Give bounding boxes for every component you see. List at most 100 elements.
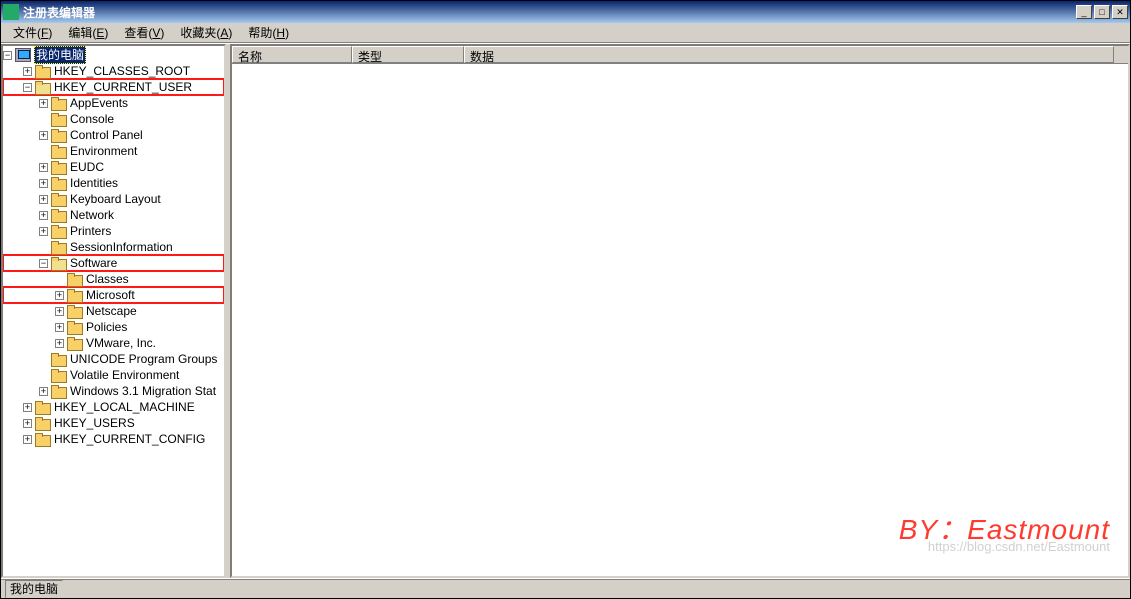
tree-node-label[interactable]: Control Panel <box>68 127 145 143</box>
expand-icon[interactable]: + <box>23 419 32 428</box>
tree-node[interactable]: + Network <box>3 207 224 223</box>
tree-node-label[interactable]: Console <box>68 111 116 127</box>
tree-node[interactable]: − HKEY_CURRENT_USER <box>3 79 224 95</box>
menu-item-a[interactable]: 收藏夹(A) <box>172 22 240 43</box>
tree-node-label[interactable]: Software <box>68 255 119 271</box>
window-title: 注册表编辑器 <box>23 4 95 21</box>
tree-node-label[interactable]: UNICODE Program Groups <box>68 351 219 367</box>
tree-node[interactable]: Classes <box>3 271 224 287</box>
tree-node-label[interactable]: HKEY_LOCAL_MACHINE <box>52 399 197 415</box>
tree-node[interactable]: + Keyboard Layout <box>3 191 224 207</box>
tree-node-label[interactable]: HKEY_CURRENT_CONFIG <box>52 431 207 447</box>
expand-icon[interactable]: + <box>39 195 48 204</box>
expand-icon[interactable]: + <box>55 307 64 316</box>
tree-node-label[interactable]: HKEY_USERS <box>52 415 137 431</box>
tree-node-label[interactable]: SessionInformation <box>68 239 175 255</box>
tree-node-label[interactable]: Windows 3.1 Migration Stat <box>68 383 218 399</box>
expand-icon[interactable]: + <box>39 387 48 396</box>
tree-node[interactable]: + Microsoft <box>3 287 224 303</box>
list-col-1[interactable]: 类型 <box>352 46 464 63</box>
expander-spacer <box>39 147 48 156</box>
folder-icon <box>51 161 65 173</box>
tree-node[interactable]: Console <box>3 111 224 127</box>
credit-watermark: BY：Eastmount <box>899 508 1110 548</box>
list-pane: 名称类型数据 BY：Eastmount https://blog.csdn.ne… <box>230 44 1130 578</box>
folder-icon <box>51 145 65 157</box>
registry-editor-window: 注册表编辑器 _ □ ✕ 文件(F)编辑(E)查看(V)收藏夹(A)帮助(H) … <box>0 0 1131 599</box>
tree-node[interactable]: + Printers <box>3 223 224 239</box>
tree-node[interactable]: + HKEY_LOCAL_MACHINE <box>3 399 224 415</box>
folder-icon <box>35 401 49 413</box>
tree-node-label[interactable]: Netscape <box>84 303 139 319</box>
tree-node[interactable]: Volatile Environment <box>3 367 224 383</box>
list-col-0[interactable]: 名称 <box>232 46 352 63</box>
statusbar-path: 我的电脑 <box>5 580 63 598</box>
folder-icon <box>67 305 81 317</box>
tree-node[interactable]: − 我的电脑 <box>3 47 224 63</box>
folder-icon <box>35 65 49 77</box>
tree-node[interactable]: + HKEY_USERS <box>3 415 224 431</box>
tree-node-label[interactable]: Printers <box>68 223 113 239</box>
tree-node-label[interactable]: Keyboard Layout <box>68 191 163 207</box>
expand-icon[interactable]: + <box>23 67 32 76</box>
tree-node[interactable]: + Control Panel <box>3 127 224 143</box>
tree-node-label[interactable]: Policies <box>84 319 129 335</box>
tree-node-label[interactable]: Volatile Environment <box>68 367 181 383</box>
collapse-icon[interactable]: − <box>39 259 48 268</box>
tree-node-label[interactable]: 我的电脑 <box>34 46 86 64</box>
expand-icon[interactable]: + <box>39 179 48 188</box>
list-col-2[interactable]: 数据 <box>464 46 1114 63</box>
expand-icon[interactable]: + <box>23 403 32 412</box>
tree-node[interactable]: + Netscape <box>3 303 224 319</box>
folder-icon <box>51 129 65 141</box>
expand-icon[interactable]: + <box>39 163 48 172</box>
expand-icon[interactable]: + <box>23 435 32 444</box>
tree-node-label[interactable]: Microsoft <box>84 287 137 303</box>
window-controls: _ □ ✕ <box>1076 5 1128 19</box>
expand-icon[interactable]: + <box>39 227 48 236</box>
tree-node[interactable]: UNICODE Program Groups <box>3 351 224 367</box>
expand-icon[interactable]: + <box>55 339 64 348</box>
tree-node-label[interactable]: EUDC <box>68 159 106 175</box>
menu-item-v[interactable]: 查看(V) <box>116 22 172 43</box>
expander-spacer <box>39 243 48 252</box>
tree-node[interactable]: + HKEY_CLASSES_ROOT <box>3 63 224 79</box>
list-body[interactable]: BY：Eastmount https://blog.csdn.net/Eastm… <box>232 64 1128 576</box>
tree-node-label[interactable]: Network <box>68 207 116 223</box>
tree-node[interactable]: + Identities <box>3 175 224 191</box>
minimize-button[interactable]: _ <box>1076 5 1092 19</box>
tree-node[interactable]: − Software <box>3 255 224 271</box>
expand-icon[interactable]: + <box>39 211 48 220</box>
statusbar: 我的电脑 <box>1 578 1130 598</box>
menu-item-h[interactable]: 帮助(H) <box>240 22 297 43</box>
tree-node-label[interactable]: HKEY_CURRENT_USER <box>52 79 194 95</box>
tree-node[interactable]: + Windows 3.1 Migration Stat <box>3 383 224 399</box>
tree-node[interactable]: + AppEvents <box>3 95 224 111</box>
menu-item-e[interactable]: 编辑(E) <box>60 22 116 43</box>
tree-node[interactable]: + HKEY_CURRENT_CONFIG <box>3 431 224 447</box>
collapse-icon[interactable]: − <box>3 51 12 60</box>
tree-node-label[interactable]: Environment <box>68 143 139 159</box>
maximize-button[interactable]: □ <box>1094 5 1110 19</box>
tree-node-label[interactable]: VMware, Inc. <box>84 335 158 351</box>
tree-node[interactable]: Environment <box>3 143 224 159</box>
expand-icon[interactable]: + <box>39 131 48 140</box>
tree-node[interactable]: + Policies <box>3 319 224 335</box>
expand-icon[interactable]: + <box>55 323 64 332</box>
tree-node-label[interactable]: Classes <box>84 271 131 287</box>
tree-node[interactable]: + EUDC <box>3 159 224 175</box>
tree-pane[interactable]: −我的电脑+HKEY_CLASSES_ROOT−HKEY_CURRENT_USE… <box>1 44 226 578</box>
close-button[interactable]: ✕ <box>1112 5 1128 19</box>
menu-item-f[interactable]: 文件(F) <box>5 22 60 43</box>
collapse-icon[interactable]: − <box>23 83 32 92</box>
tree-node[interactable]: + VMware, Inc. <box>3 335 224 351</box>
tree-node[interactable]: SessionInformation <box>3 239 224 255</box>
titlebar[interactable]: 注册表编辑器 _ □ ✕ <box>1 1 1130 23</box>
folder-icon <box>35 81 49 93</box>
expand-icon[interactable]: + <box>55 291 64 300</box>
tree-node-label[interactable]: HKEY_CLASSES_ROOT <box>52 63 192 79</box>
tree-node-label[interactable]: Identities <box>68 175 120 191</box>
tree-node-label[interactable]: AppEvents <box>68 95 130 111</box>
expand-icon[interactable]: + <box>39 99 48 108</box>
folder-icon <box>35 433 49 445</box>
